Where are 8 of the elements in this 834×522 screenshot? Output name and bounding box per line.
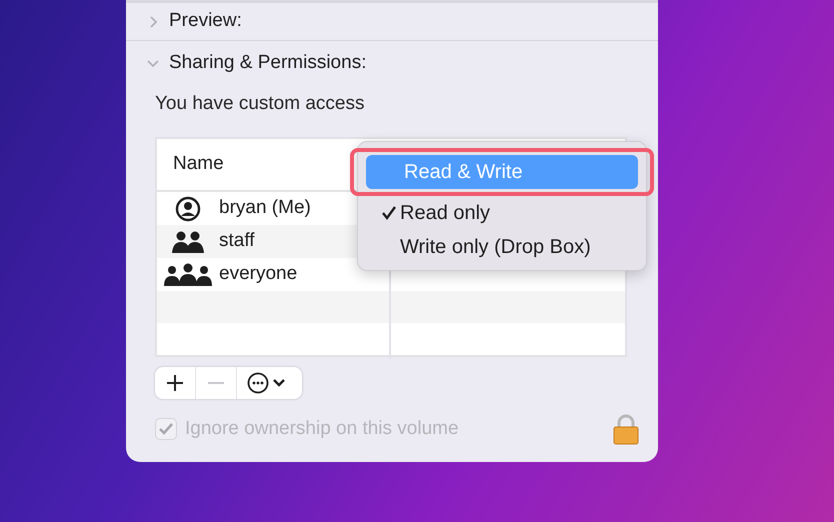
user-name: staff xyxy=(219,229,255,254)
access-note: You have custom access xyxy=(155,92,364,116)
user-name: bryan (Me) xyxy=(219,196,311,220)
section-title: Sharing & Permissions: xyxy=(169,50,366,75)
user-name: everyone xyxy=(219,262,298,286)
section-title: Preview: xyxy=(169,9,242,34)
column-header: Name xyxy=(172,152,224,176)
checkbox-label: Ignore ownership on this volume xyxy=(185,416,459,441)
